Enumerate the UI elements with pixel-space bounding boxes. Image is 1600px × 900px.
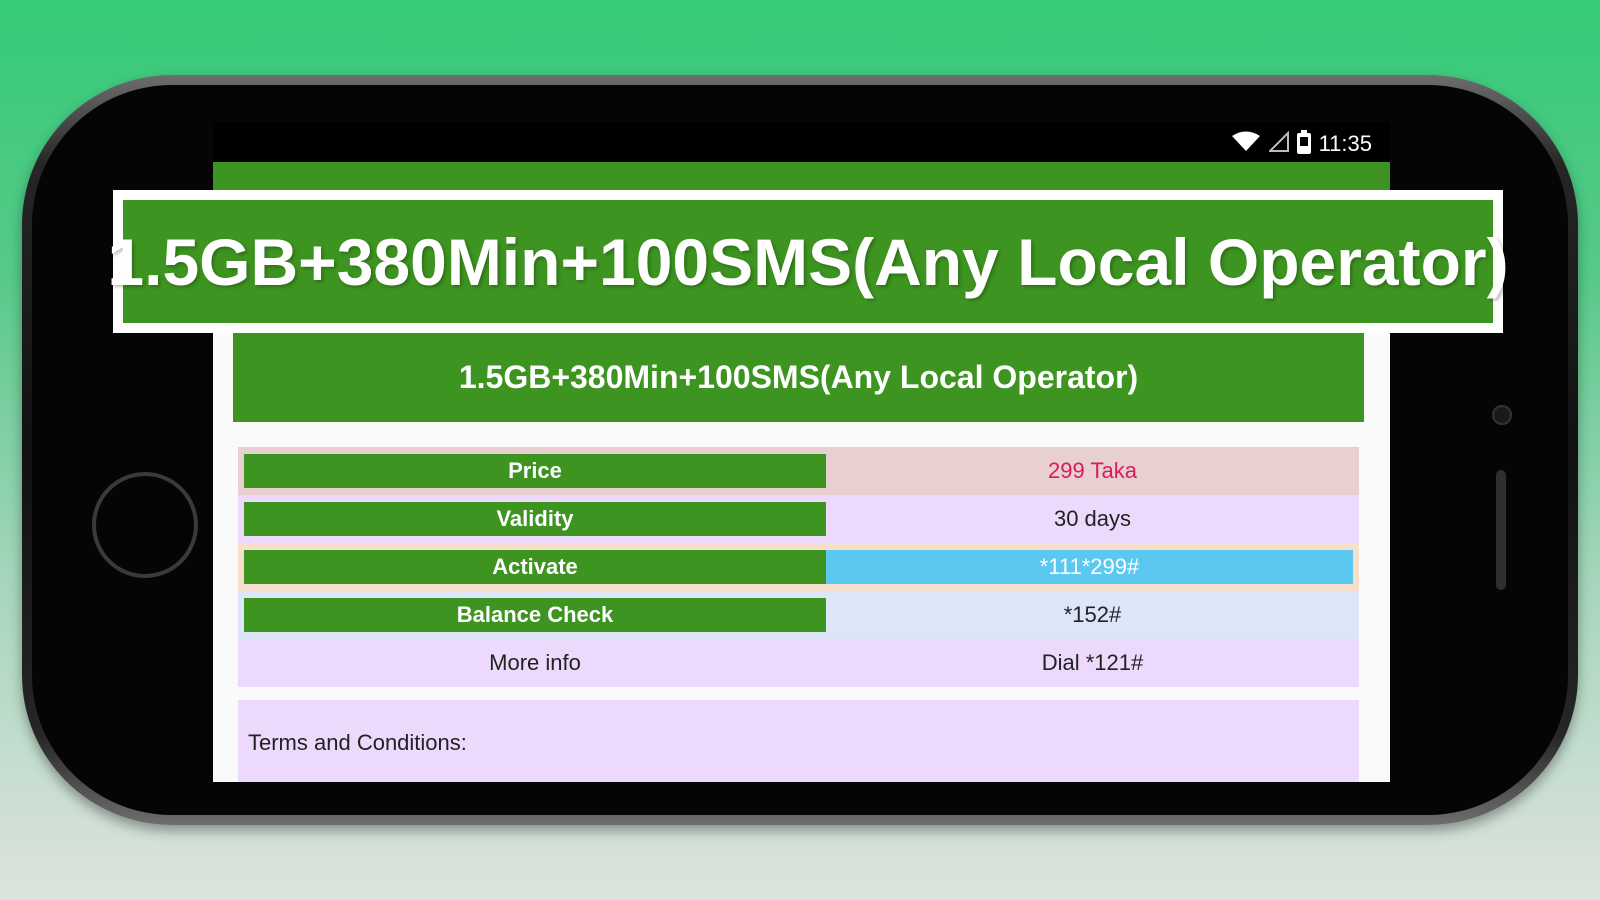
price-value: 299 Taka [1048,458,1137,483]
wifi-icon [1231,131,1261,157]
activate-label: Activate [244,550,826,584]
speaker-grille [1496,470,1506,590]
terms-label: Terms and Conditions: [248,730,467,755]
promo-banner: 1.5GB+380Min+100SMS(Any Local Operator) [107,190,1509,333]
table-row-activate: Activate *111*299# [238,543,1359,591]
table-row-balance-check: Balance Check *152# [238,591,1359,639]
more-info-label: More info [489,650,581,675]
package-info-table: Price 299 Taka Validity 30 days Activate… [238,447,1359,687]
balance-check-label: Balance Check [244,598,826,632]
status-time: 11:35 [1318,131,1372,156]
status-bar: 11:35 [213,122,1390,162]
home-button[interactable] [92,472,198,578]
balance-check-value: *152# [1063,602,1122,627]
terms-section: Terms and Conditions: [238,700,1359,782]
table-row-validity: Validity 30 days [238,495,1359,543]
more-info-value: Dial *121# [1041,650,1144,675]
validity-value: 30 days [1053,506,1132,531]
validity-label: Validity [244,502,826,536]
battery-icon [1296,130,1311,158]
package-title: 1.5GB+380Min+100SMS(Any Local Operator) [233,332,1364,422]
table-row-more-info: More info Dial *121# [238,639,1359,687]
status-icons: 11:35 [1231,130,1372,158]
banner-text: 1.5GB+380Min+100SMS(Any Local Operator) [107,200,1509,323]
camera-icon [1492,405,1512,425]
signal-icon [1267,130,1289,157]
table-row-price: Price 299 Taka [238,447,1359,495]
price-label: Price [244,454,826,488]
activate-code-button[interactable]: *111*299# [826,550,1353,584]
